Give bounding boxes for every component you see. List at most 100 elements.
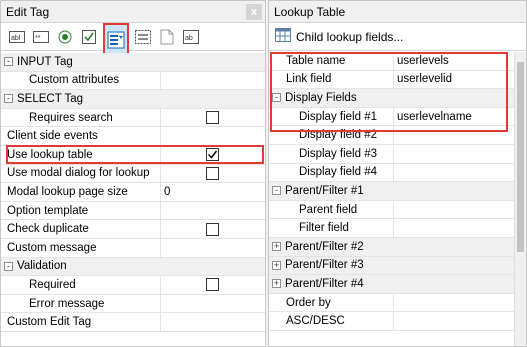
property-value[interactable] — [161, 239, 265, 257]
category-row-display-fields[interactable]: - Display Fields — [269, 89, 514, 108]
property-value[interactable]: userlevelname — [394, 108, 514, 126]
vertical-scrollbar[interactable] — [514, 52, 526, 346]
category-row-select-tag[interactable]: - SELECT Tag — [1, 90, 265, 109]
category-row-input-tag[interactable]: - INPUT Tag — [1, 53, 265, 72]
file-icon[interactable] — [157, 27, 177, 47]
category-row-parent-filter-1[interactable]: - Parent/Filter #1 — [269, 182, 514, 201]
property-row-requires-search[interactable]: Requires search — [1, 108, 265, 128]
property-label: Required — [29, 278, 76, 291]
property-row-custom-edit-tag[interactable]: Custom Edit Tag — [1, 313, 265, 332]
property-row-modal-lookup-page-size[interactable]: Modal lookup page size 0 — [1, 183, 265, 202]
collapse-icon[interactable]: - — [4, 261, 13, 271]
property-name: + Parent/Filter #4 — [269, 275, 514, 293]
property-label: Check duplicate — [7, 223, 89, 236]
collapse-icon[interactable]: - — [4, 94, 13, 104]
category-row-parent-filter-4[interactable]: + Parent/Filter #4 — [269, 275, 514, 294]
property-checkbox[interactable] — [206, 222, 219, 236]
property-row-table-name[interactable]: Table name userlevels — [269, 52, 514, 71]
property-row-error-message[interactable]: Error message — [1, 294, 265, 314]
property-row-required[interactable]: Required — [1, 276, 265, 295]
property-value[interactable] — [394, 312, 514, 330]
category-row-validation[interactable]: - Validation — [1, 257, 265, 277]
close-button[interactable]: x — [246, 4, 262, 20]
property-row-option-template[interactable]: Option template — [1, 201, 265, 221]
property-row-display-field-1[interactable]: Display field #1 userlevelname — [269, 107, 514, 127]
collapse-icon[interactable]: - — [272, 186, 281, 196]
property-value[interactable] — [161, 146, 265, 164]
category-row-parent-filter-2[interactable]: + Parent/Filter #2 — [269, 237, 514, 257]
collapse-icon[interactable]: - — [4, 57, 13, 67]
property-checkbox[interactable] — [206, 111, 219, 125]
collapse-icon[interactable]: - — [272, 93, 281, 103]
property-value[interactable] — [161, 276, 265, 294]
property-row-link-field[interactable]: Link field userlevelid — [269, 70, 514, 90]
property-label: Display field #1 — [299, 110, 377, 123]
property-value[interactable]: userlevels — [394, 52, 514, 70]
property-row-use-modal-dialog-for-lookup[interactable]: Use modal dialog for lookup — [1, 164, 265, 184]
property-label: Use lookup table — [7, 148, 93, 161]
property-value[interactable] — [394, 201, 514, 219]
property-value[interactable] — [394, 294, 514, 312]
property-value[interactable] — [161, 295, 265, 313]
svg-text:**: ** — [35, 35, 41, 42]
expand-icon[interactable]: + — [272, 279, 281, 289]
property-value[interactable] — [161, 220, 265, 238]
property-row-custom-attributes[interactable]: Custom attributes — [1, 71, 265, 91]
property-name: Custom Edit Tag — [1, 313, 161, 331]
property-name: - Display Fields — [269, 89, 514, 107]
property-value[interactable] — [394, 219, 514, 237]
edit-tag-titlebar: Edit Tag x — [1, 1, 265, 23]
category-label: Parent/Filter #4 — [285, 277, 364, 290]
property-name: Table name — [269, 52, 394, 70]
checkbox-icon[interactable] — [79, 27, 99, 47]
property-value[interactable] — [161, 313, 265, 331]
property-value[interactable]: 0 — [161, 183, 265, 201]
property-checkbox[interactable] — [206, 148, 219, 162]
text-box-icon[interactable]: abl — [7, 27, 27, 47]
category-label: Parent/Filter #2 — [285, 240, 364, 253]
property-value[interactable] — [161, 127, 265, 145]
property-label: Client side events — [7, 130, 98, 143]
category-row-parent-filter-3[interactable]: + Parent/Filter #3 — [269, 256, 514, 276]
property-value[interactable] — [394, 126, 514, 144]
property-value[interactable] — [161, 109, 265, 127]
property-row-parent-field[interactable]: Parent field — [269, 200, 514, 220]
textarea-icon[interactable]: ab — [181, 27, 201, 47]
property-value[interactable] — [161, 72, 265, 90]
scrollbar-thumb[interactable] — [517, 62, 524, 252]
property-row-order-by[interactable]: Order by — [269, 293, 514, 313]
hidden-field-icon[interactable] — [133, 27, 153, 47]
child-lookup-fields-button[interactable]: Child lookup fields... — [269, 23, 526, 51]
property-row-display-field-2[interactable]: Display field #2 — [269, 126, 514, 145]
property-value[interactable] — [394, 164, 514, 182]
property-name: + Parent/Filter #2 — [269, 238, 514, 256]
password-box-icon[interactable]: ** — [31, 27, 51, 47]
property-row-custom-message[interactable]: Custom message — [1, 238, 265, 258]
expand-icon[interactable]: + — [272, 242, 281, 252]
property-row-use-lookup-table[interactable]: Use lookup table — [1, 145, 265, 165]
property-row-display-field-3[interactable]: Display field #3 — [269, 144, 514, 164]
property-row-filter-field[interactable]: Filter field — [269, 219, 514, 238]
property-label: Modal lookup page size — [7, 185, 128, 198]
expand-icon[interactable]: + — [272, 260, 281, 270]
select-list-icon[interactable] — [103, 22, 129, 57]
lookup-table-panel: Lookup Table Child lookup fields... Tabl… — [268, 0, 527, 347]
property-name: + Parent/Filter #3 — [269, 257, 514, 275]
property-row-display-field-4[interactable]: Display field #4 — [269, 163, 514, 183]
property-value[interactable]: userlevelid — [394, 71, 514, 89]
property-checkbox[interactable] — [206, 166, 219, 180]
property-label: Custom message — [7, 241, 97, 254]
property-row-client-side-events[interactable]: Client side events — [1, 127, 265, 146]
property-label: Display field #3 — [299, 147, 377, 160]
property-name: Requires search — [1, 108, 161, 127]
property-label: Option template — [7, 204, 89, 217]
category-label: INPUT Tag — [17, 55, 73, 68]
property-row-check-duplicate[interactable]: Check duplicate — [1, 220, 265, 239]
property-value[interactable] — [161, 202, 265, 220]
property-row-asc-desc[interactable]: ASC/DESC — [269, 312, 514, 331]
property-value[interactable] — [394, 145, 514, 163]
radio-button-icon[interactable] — [55, 27, 75, 47]
edit-tag-title: Edit Tag — [6, 4, 50, 19]
property-value[interactable] — [161, 165, 265, 183]
property-checkbox[interactable] — [206, 278, 219, 292]
